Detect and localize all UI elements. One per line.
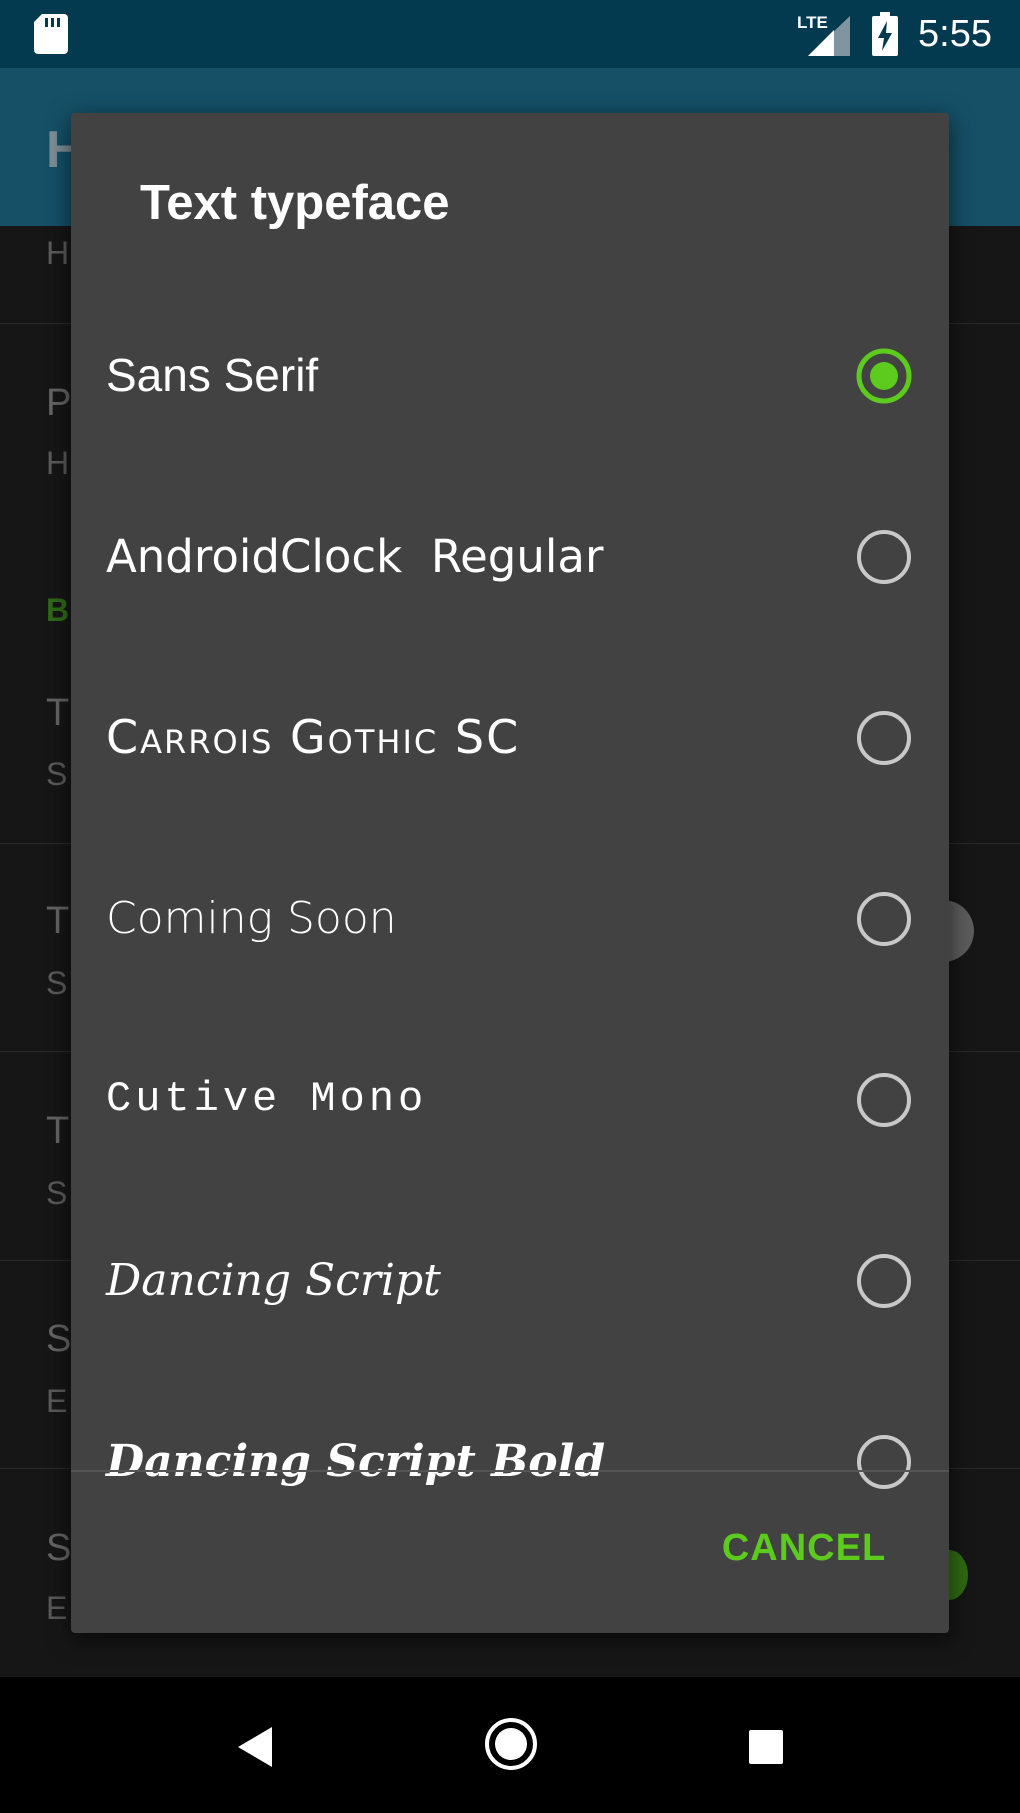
radio-unselected-icon[interactable] — [856, 1434, 912, 1490]
bg-pref-title[interactable]: P — [46, 382, 71, 425]
dialog-title: Text typeface — [140, 176, 450, 230]
typeface-dialog: Text typeface Sans Serif AndroidClock Re… — [71, 113, 949, 1633]
radio-selected-icon[interactable] — [856, 348, 912, 404]
signal-icon — [808, 16, 850, 56]
home-icon[interactable] — [484, 1717, 538, 1771]
option-sans-serif[interactable]: Sans Serif — [71, 285, 949, 466]
bg-pref-title[interactable]: T — [46, 1110, 69, 1153]
recents-icon[interactable] — [748, 1729, 784, 1765]
option-dancing-script[interactable]: Dancing Script — [71, 1190, 949, 1371]
sd-card-icon — [34, 14, 68, 54]
bg-pref-title[interactable]: T — [46, 900, 69, 943]
option-label: Coming Soon — [106, 893, 397, 944]
radio-unselected-icon[interactable] — [856, 1072, 912, 1128]
bg-pref-title[interactable]: T — [46, 692, 69, 735]
bg-pref-summary: H — [46, 445, 70, 481]
bg-pref-title[interactable]: S — [46, 1527, 71, 1570]
option-label: Carrois Gothic SC — [106, 710, 521, 764]
dialog-divider — [71, 1470, 949, 1472]
option-carrois-gothic-sc[interactable]: Carrois Gothic SC — [71, 647, 949, 828]
bg-pref-summary: S — [46, 756, 68, 792]
battery-charging-icon — [872, 12, 898, 56]
clock: 5:55 — [918, 13, 992, 55]
option-coming-soon[interactable]: Coming Soon — [71, 828, 949, 1009]
typeface-options-list[interactable]: Sans Serif AndroidClock Regular Carrois … — [71, 285, 949, 1585]
bg-pref-summary: S — [46, 1175, 68, 1211]
bg-pref-summary: E — [46, 1383, 68, 1419]
option-label: AndroidClock Regular — [106, 530, 604, 583]
bg-pref-summary: H — [46, 235, 70, 271]
navigation-bar — [0, 1677, 1020, 1813]
option-label: Sans Serif — [106, 349, 319, 401]
option-label: Dancing Script Bold — [106, 1436, 606, 1487]
bg-pref-summary: E — [46, 1590, 68, 1626]
bg-pref-title[interactable]: S — [46, 1318, 71, 1361]
radio-unselected-icon[interactable] — [856, 529, 912, 585]
cancel-button[interactable]: CANCEL — [704, 1508, 904, 1588]
option-androidclock-regular[interactable]: AndroidClock Regular — [71, 466, 949, 647]
radio-unselected-icon[interactable] — [856, 891, 912, 947]
back-icon[interactable] — [236, 1725, 276, 1769]
status-bar: LTE 5:55 — [0, 0, 1020, 68]
option-label: Dancing Script — [106, 1255, 441, 1306]
option-cutive-mono[interactable]: Cutive Mono — [71, 1009, 949, 1190]
option-label: Cutive Mono — [106, 1075, 428, 1123]
bg-category-header: B — [46, 592, 70, 628]
radio-unselected-icon[interactable] — [856, 1253, 912, 1309]
radio-unselected-icon[interactable] — [856, 710, 912, 766]
bg-pref-summary: S — [46, 965, 68, 1001]
